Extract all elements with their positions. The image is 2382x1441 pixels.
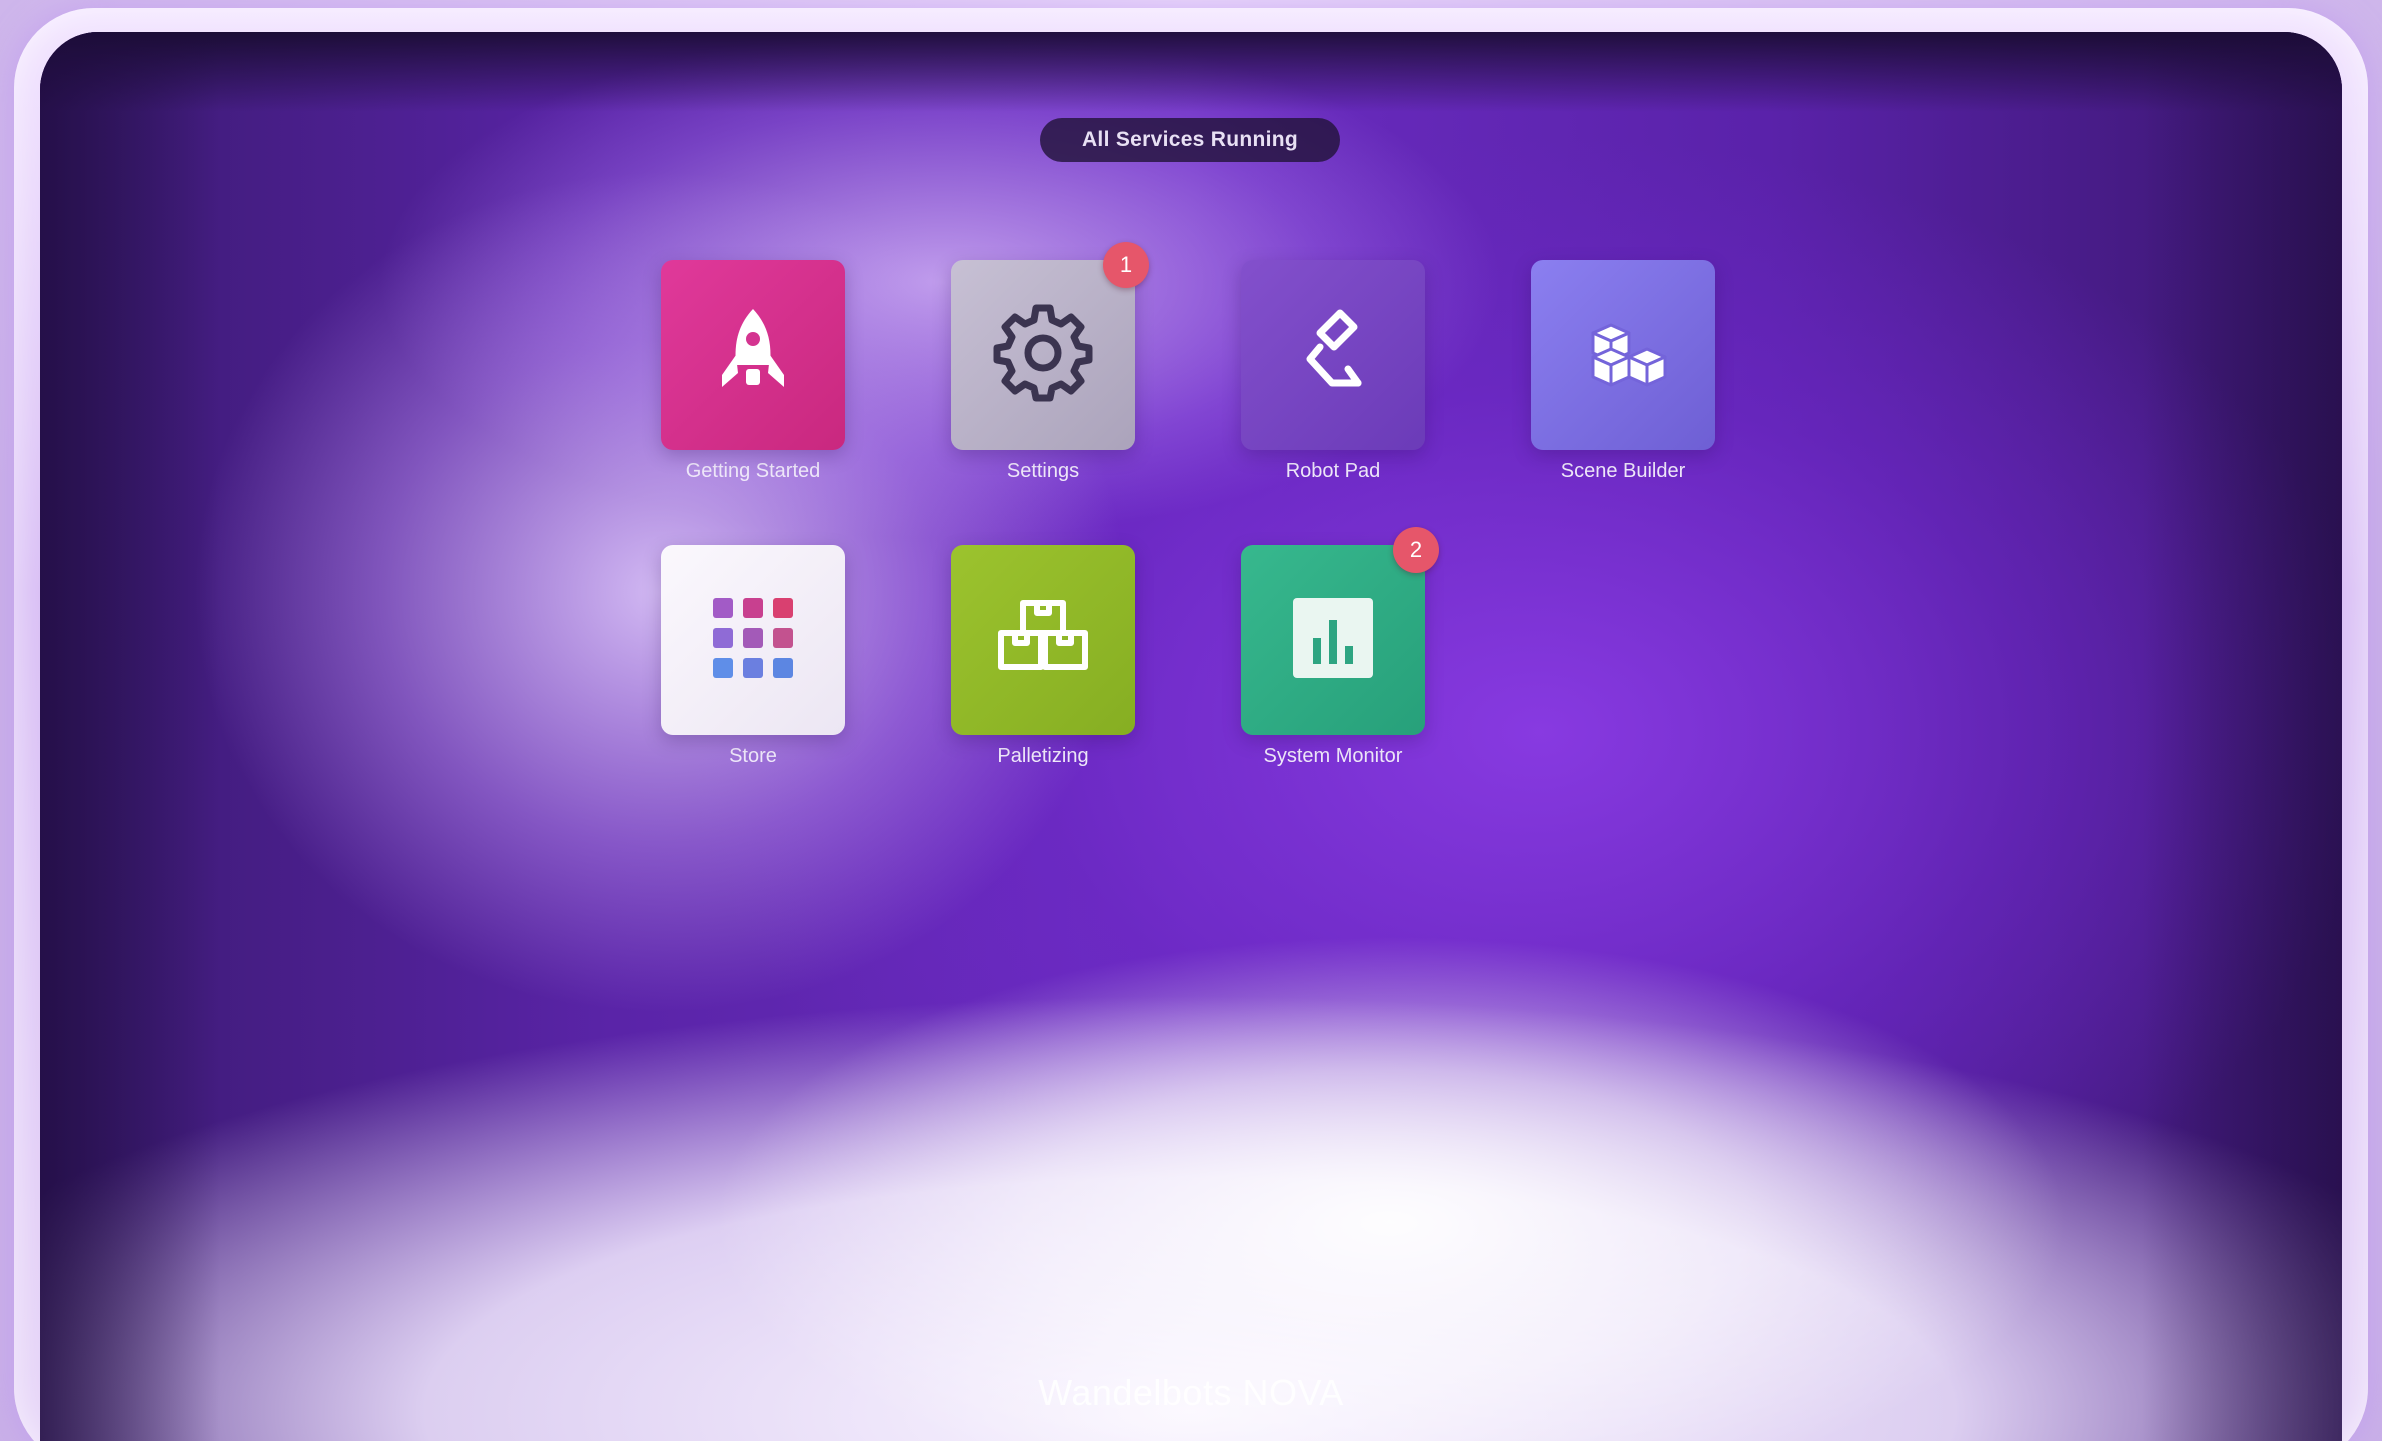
screen-shade-right bbox=[2142, 32, 2342, 1441]
screen-shade-top bbox=[40, 32, 2342, 112]
wallpaper bbox=[40, 32, 2342, 1441]
status-label: All Services Running bbox=[1081, 128, 1299, 151]
cubes-icon bbox=[1573, 303, 1673, 408]
pallet-boxes-icon bbox=[993, 593, 1093, 688]
app-tile[interactable]: 2 bbox=[1241, 527, 1439, 735]
screen-shade-left bbox=[40, 32, 220, 1441]
bar-chart-icon bbox=[1291, 596, 1375, 685]
app-palletizing[interactable]: Palletizing bbox=[948, 545, 1138, 768]
app-tile[interactable] bbox=[1241, 260, 1425, 450]
app-label: Getting Started bbox=[685, 460, 821, 482]
app-label: System Monitor bbox=[1263, 745, 1403, 767]
app-label: Robot Pad bbox=[1285, 460, 1381, 482]
app-system-monitor[interactable]: 2 System Monitor bbox=[1238, 527, 1439, 768]
app-tile[interactable] bbox=[1531, 260, 1715, 450]
notification-badge: 1 bbox=[1103, 242, 1149, 288]
app-tile[interactable] bbox=[661, 260, 845, 450]
tablet-screen: All Services Running Getting Started 1 S… bbox=[40, 32, 2342, 1441]
app-getting-started[interactable]: Getting Started bbox=[658, 260, 848, 483]
app-tile[interactable]: 1 bbox=[951, 242, 1149, 450]
app-grid-icon bbox=[711, 596, 795, 685]
robot-arm-icon bbox=[1288, 303, 1378, 408]
rocket-icon bbox=[708, 303, 798, 408]
status-pill[interactable]: All Services Running bbox=[1040, 118, 1340, 162]
app-robot-pad[interactable]: Robot Pad bbox=[1238, 260, 1428, 483]
brand-wordmark: Wandelbots NOVA bbox=[1038, 1372, 1344, 1413]
app-label: Scene Builder bbox=[1560, 460, 1686, 482]
notification-badge: 2 bbox=[1393, 527, 1439, 573]
app-store[interactable]: Store bbox=[658, 545, 848, 768]
app-tile[interactable] bbox=[951, 545, 1135, 735]
app-label: Palletizing bbox=[997, 745, 1089, 767]
app-label: Settings bbox=[1006, 460, 1080, 482]
app-label: Store bbox=[729, 745, 777, 767]
app-settings[interactable]: 1 Settings bbox=[948, 242, 1149, 483]
app-scene-builder[interactable]: Scene Builder bbox=[1528, 260, 1718, 483]
app-tile[interactable] bbox=[661, 545, 845, 735]
gear-icon bbox=[993, 303, 1093, 408]
